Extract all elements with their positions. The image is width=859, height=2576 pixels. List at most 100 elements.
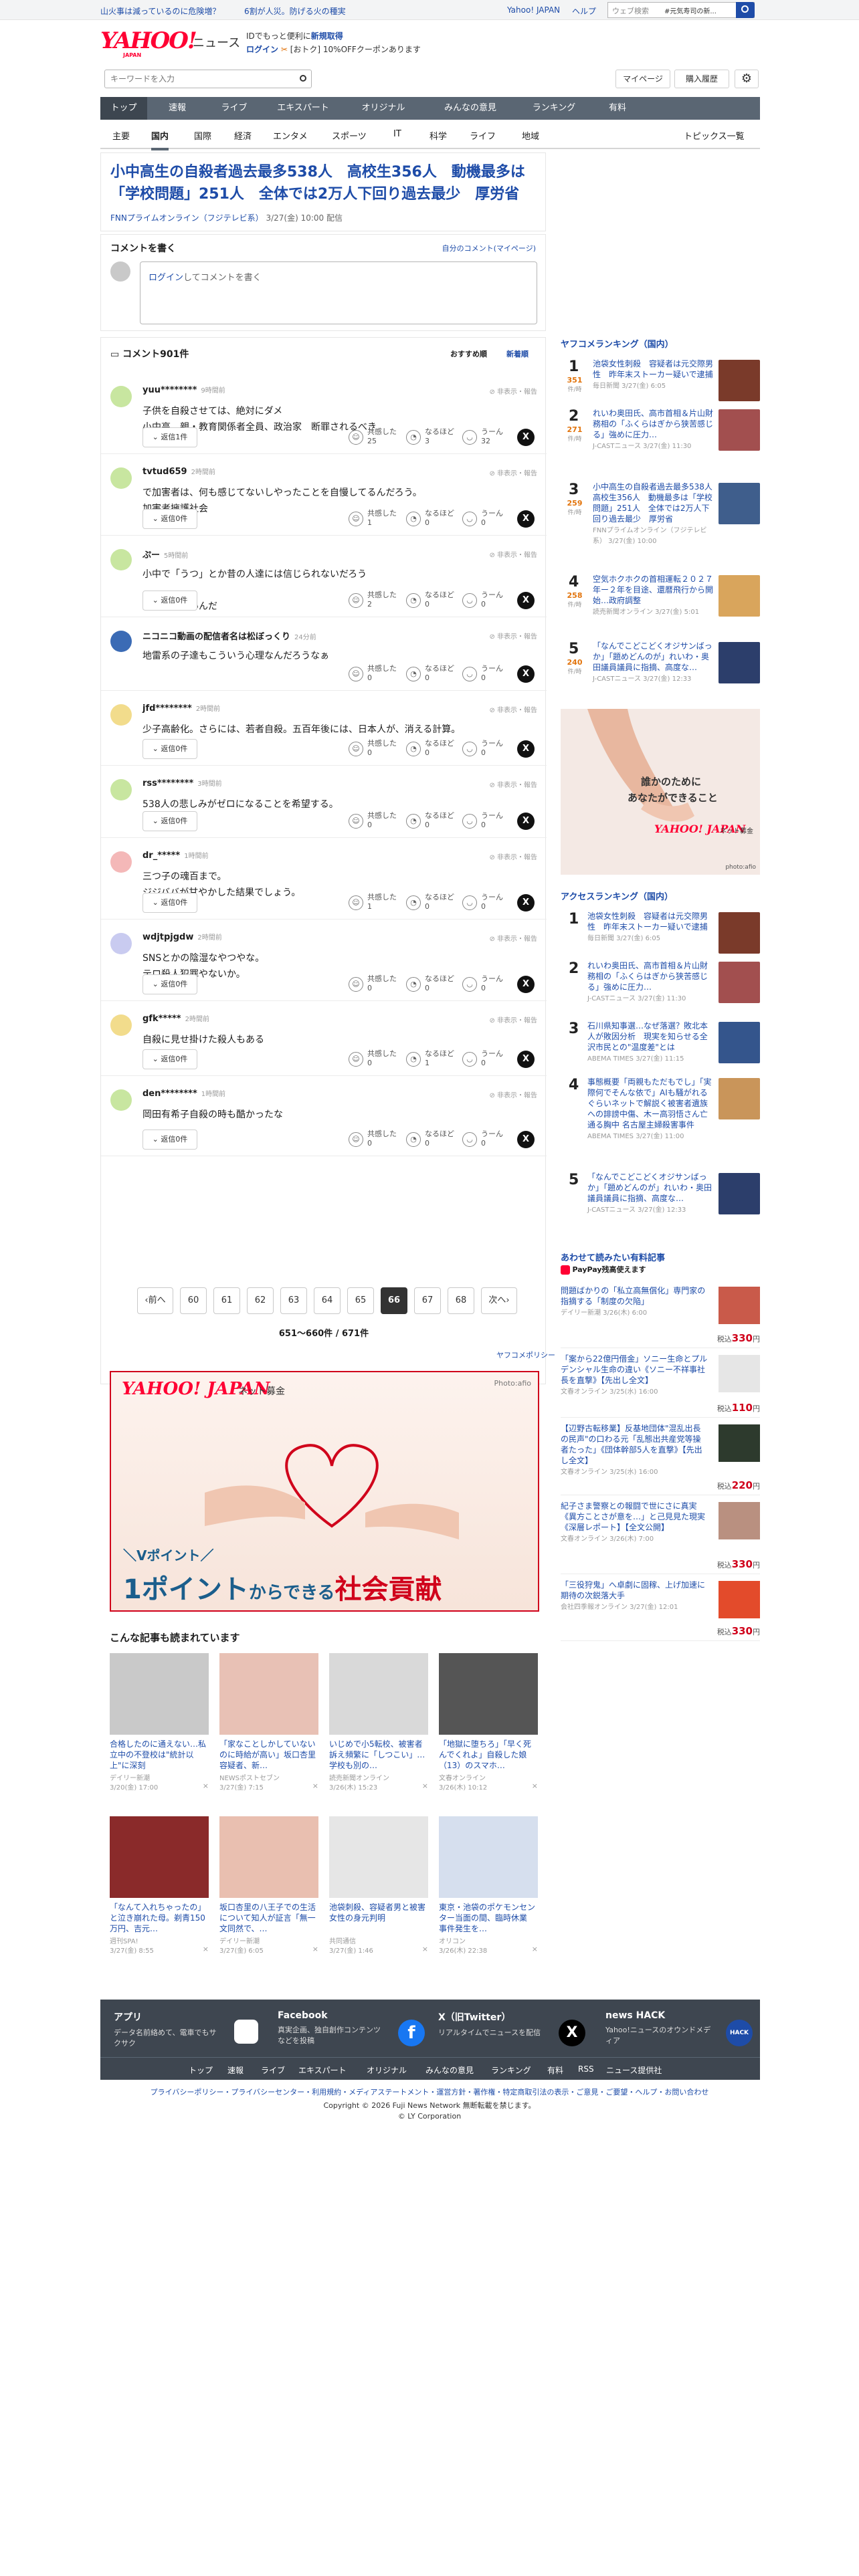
access-ranking-item[interactable]: 5 「なんでこどこどくオジサンばっか」「題めどんのが」れいわ・奥田議員議員に指摘、… [561,1172,760,1225]
avatar[interactable] [110,851,132,873]
x-share-icon[interactable]: X [517,813,535,830]
newshack-promo[interactable]: news HACK Yahoo!ニュースのオウンドメディア HACK [605,2010,759,2046]
avatar[interactable] [110,631,132,652]
comment-policy-link[interactable]: ヤフコメポリシー [496,1350,555,1360]
x-share-icon[interactable]: X [517,1051,535,1068]
facebook-promo[interactable]: Facebook 真実企画、独自創作コンテンツなどを投稿 f [278,2010,432,2046]
hide-report-link[interactable]: ⊘ 非表示・報告 [489,1089,537,1099]
pagination-page[interactable]: 64 [314,1287,341,1314]
footnav-item[interactable]: オリジナル [367,2064,407,2076]
x-share-icon[interactable]: X [517,665,535,683]
access-ranking-item[interactable]: 3 石川県知事選…なぜ落選？敗北本人が敗因分析 現実を知らせる全沢市民との"温度差… [561,1021,760,1077]
mainnav-original[interactable]: オリジナル [347,97,420,120]
close-icon[interactable]: × [532,1945,538,1953]
mainnav-expert[interactable]: エキスパート [266,97,340,120]
reaction-naruhodo-button[interactable]: ◔ なるほど 0 [406,509,460,529]
reading-card[interactable]: 「なんて入れちゃったの」と泣き崩れた母。剃青150万円、吉元… 週刊SPA! 3/2… [110,1816,209,1957]
pagination-prev[interactable]: ‹前へ [137,1287,173,1314]
reaction-uun-button[interactable]: ◡ うーん 32 [462,427,516,447]
access-ranking-item[interactable]: 2 れいわ奥田氏、高市首相＆片山財務相の「ふくらはぎから狭苦感じる」強めに圧力… J… [561,960,760,1021]
hide-report-link[interactable]: ⊘ 非表示・報告 [489,933,537,943]
footnav-item[interactable]: みんなの意見 [425,2064,474,2076]
reaction-uun-button[interactable]: ◡ うーん 0 [462,974,516,994]
mainnav-opinion[interactable]: みんなの意見 [427,97,514,120]
reaction-naruhodo-button[interactable]: ◔ なるほど 0 [406,811,460,831]
comment-username[interactable]: yuu******** 9時間前 [142,385,225,395]
access-ranking-item[interactable]: 1 池袋女性刺殺 容疑者は元交際男性 昨年末ストーカー疑いで逮捕 毎日新聞 3/27… [561,911,760,960]
close-icon[interactable]: × [422,1945,428,1953]
pagination-page[interactable]: 63 [280,1287,307,1314]
comment-username[interactable]: ニコニコ動画の配信者名は松ぼっくり 24分前 [142,629,316,642]
yahoo-japan-link[interactable]: Yahoo! JAPAN [507,5,560,15]
avatar[interactable] [110,386,132,407]
mainnav-ranking[interactable]: ランキング [520,97,587,120]
hide-report-link[interactable]: ⊘ 非表示・報告 [489,704,537,714]
cat-life[interactable]: ライフ [470,129,496,142]
reply-button[interactable]: ⌄ 返信0件 [142,893,197,913]
avatar[interactable] [110,779,132,800]
purchase-history-button[interactable]: 購入履歴 [674,70,729,88]
footnav-item[interactable]: トップ [189,2064,213,2076]
paid-article[interactable]: 【辺野古転移業】反基地団体"混乱出長の民声"の口わる元「乱態出共産党等操者たった… [561,1418,760,1495]
footnav-item[interactable]: 有料 [547,2064,563,2076]
comment-username[interactable]: gfk***** 2時間前 [142,1013,209,1024]
paid-article[interactable]: 「三役狩鬼」へ卓劇に固稼、上げ加速に期待の次鋭落大手 会社四季報オンライン 3/2… [561,1574,760,1641]
topics-list-link[interactable]: トピックス一覧 [684,129,745,142]
comment-username[interactable]: dr_***** 1時間前 [142,850,209,861]
article-title[interactable]: 小中高生の自殺者過去最多538人 高校生356人 動機最多は「学校問題」251人… [110,161,536,205]
x-share-icon[interactable]: X [517,1131,535,1148]
app-promo[interactable]: アプリ データ名前絡めて、電車でもサクサク [114,2010,268,2049]
footnav-item[interactable]: ニュース提供社 [606,2064,662,2076]
reply-button[interactable]: ⌄ 返信0件 [142,1049,197,1069]
x-promo[interactable]: X（旧Twitter） リアルタイムでニュースを配信 X [438,2010,592,2046]
hide-report-link[interactable]: ⊘ 非表示・報告 [489,386,537,396]
reply-button[interactable]: ⌄ 返信0件 [142,739,197,759]
x-share-icon[interactable]: X [517,976,535,993]
comment-username[interactable]: wdjtpjgdw 2時間前 [142,932,222,942]
close-icon[interactable]: × [422,1782,428,1790]
footnav-item[interactable]: ランキング [491,2064,531,2076]
comment-username[interactable]: rss******** 3時間前 [142,778,222,788]
reaction-empathy-button[interactable]: ☺ 共感した 0 [349,664,402,684]
avatar[interactable] [110,467,132,489]
reaction-naruhodo-button[interactable]: ◔ なるほど 0 [406,739,460,759]
reaction-uun-button[interactable]: ◡ うーん 0 [462,664,516,684]
pagination-page[interactable]: 67 [414,1287,441,1314]
mypage-button[interactable]: マイページ [615,70,670,88]
cat-region[interactable]: 地域 [522,129,539,142]
top-promo-link-2[interactable]: 6割が人災。防げる火の種実 [244,5,346,17]
yahoo-news-logo[interactable]: YAHOO! JAPAN ニュース [100,29,240,58]
pagination-next[interactable]: 次へ› [481,1287,517,1314]
reaction-empathy-button[interactable]: ☺ 共感した 1 [349,893,402,913]
avatar[interactable] [110,933,132,954]
reply-button[interactable]: ⌄ 返信0件 [142,509,197,529]
close-icon[interactable]: × [312,1782,318,1790]
reaction-naruhodo-button[interactable]: ◔ なるほど 0 [406,974,460,994]
reaction-empathy-button[interactable]: ☺ 共感した 0 [349,1130,402,1150]
reply-button[interactable]: ⌄ 返信0件 [142,974,197,994]
paid-article[interactable]: 「案から22億円借金」ソニー生命とプルデンシャル生命の違い《ソニー不祥事社長を直… [561,1348,760,1418]
reaction-naruhodo-button[interactable]: ◔ なるほど 0 [406,893,460,913]
reading-card[interactable]: 「家なことしかしていないのに時給が高い」坂口杏里容疑者、新… NEWSポストセブン… [219,1653,318,1794]
cat-it[interactable]: IT [393,129,401,139]
reading-card[interactable]: 「地獄に堕ちろ」「早く死んでくれよ」自殺した娘（13）のスマホ… 文春オンライン 3… [439,1653,538,1794]
avatar[interactable] [110,704,132,726]
cat-economy[interactable]: 経済 [234,129,252,142]
close-icon[interactable]: × [203,1782,209,1790]
web-search-button[interactable] [736,2,755,18]
reaction-empathy-button[interactable]: ☺ 共感した 25 [349,427,402,447]
pagination-page[interactable]: 62 [247,1287,274,1314]
gear-icon[interactable]: ⚙ [735,70,759,88]
x-share-icon[interactable]: X [517,510,535,528]
reading-card[interactable]: 坂口杏里の八王子での生活について知人が証言「無一文同然で、… デイリー新潮 3/27… [219,1816,318,1957]
reaction-naruhodo-button[interactable]: ◔ なるほど 0 [406,664,460,684]
reaction-empathy-button[interactable]: ☺ 共感した 0 [349,739,402,759]
reaction-empathy-button[interactable]: ☺ 共感した 2 [349,591,402,611]
reaction-uun-button[interactable]: ◡ うーん 0 [462,739,516,759]
footnav-item[interactable]: エキスパート [298,2064,347,2076]
comment-ranking-item[interactable]: 3 259 件/時 小中高生の自殺者過去最多538人 高校生356人 動機最多は「学校… [561,481,760,574]
web-search-input[interactable]: ウェブ検索 #元気寿司の新... [607,2,755,18]
my-comments-link[interactable]: 自分のコメント(マイページ) [442,243,536,253]
reaction-uun-button[interactable]: ◡ うーん 0 [462,811,516,831]
reading-card[interactable]: 合格したのに通えない…私立中の不登校は"統計以上"に深刻 デイリー新潮 3/20(金… [110,1653,209,1794]
